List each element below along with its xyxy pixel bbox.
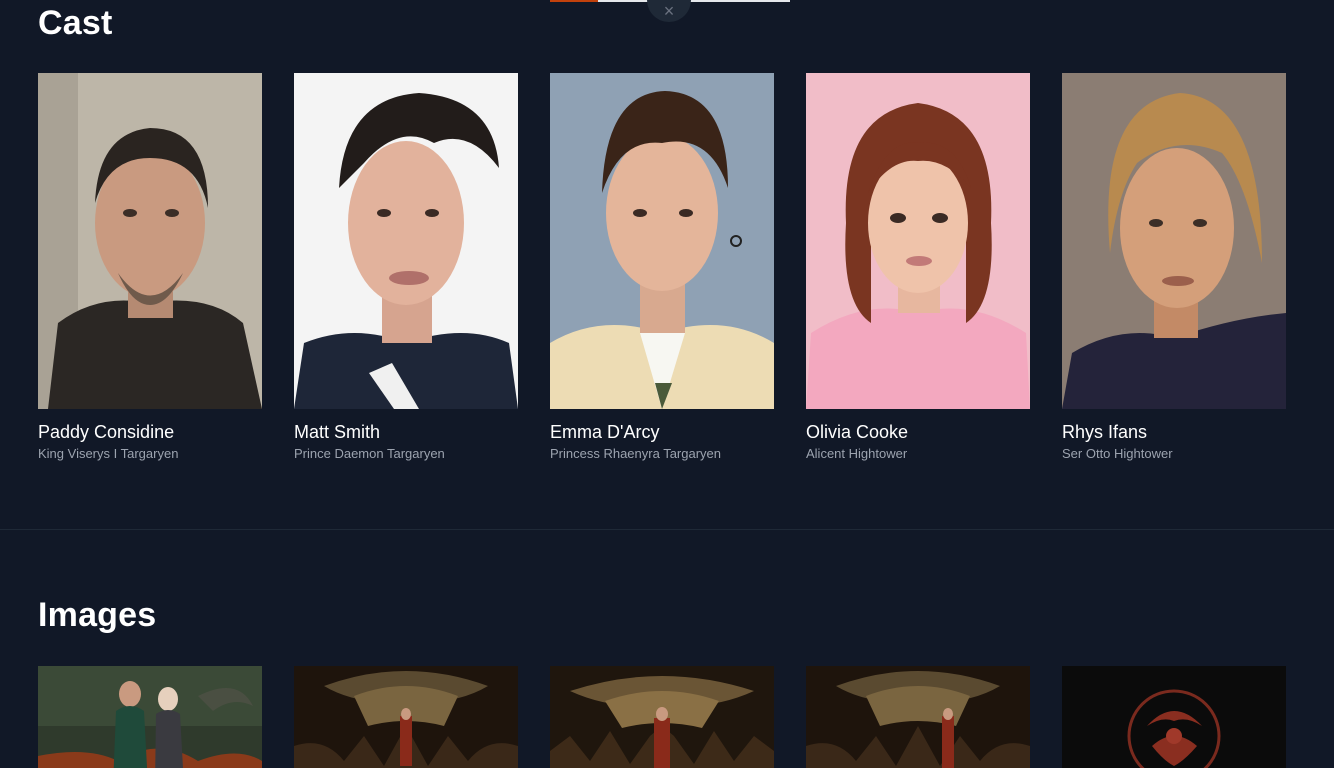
cast-name[interactable]: Olivia Cooke — [806, 422, 1030, 442]
image-gallery — [38, 666, 1286, 768]
cast-card[interactable]: Paddy Considine King Viserys I Targaryen — [38, 73, 262, 462]
cast-section-title: Cast — [38, 4, 113, 42]
cast-name[interactable]: Paddy Considine — [38, 422, 262, 442]
section-divider — [0, 529, 1334, 530]
poster-two-figures-icon — [38, 666, 262, 768]
cast-role: Alicent Hightower — [806, 446, 908, 461]
gallery-image-poster[interactable] — [38, 666, 262, 768]
cast-role: King Viserys I Targaryen — [38, 446, 179, 461]
gallery-image-sigil[interactable] — [1062, 666, 1286, 768]
cast-name[interactable]: Rhys Ifans — [1062, 422, 1286, 442]
gallery-image-throne-1[interactable] — [294, 666, 518, 768]
gallery-image-throne-3[interactable] — [806, 666, 1030, 768]
dragon-throne-scene-icon — [550, 666, 774, 768]
cast-role: Prince Daemon Targaryen — [294, 446, 445, 461]
close-icon[interactable]: × — [647, 0, 691, 22]
cast-name[interactable]: Matt Smith — [294, 422, 518, 442]
cast-list: Paddy Considine King Viserys I Targaryen… — [38, 73, 1286, 462]
dragon-throne-scene-icon — [806, 666, 1030, 768]
cast-photo[interactable] — [294, 73, 518, 409]
cast-card[interactable]: Rhys Ifans Ser Otto Hightower — [1062, 73, 1286, 462]
cast-card[interactable]: Emma D'Arcy Princess Rhaenyra Targaryen — [550, 73, 774, 462]
cast-photo[interactable] — [1062, 73, 1286, 409]
cast-role: Ser Otto Hightower — [1062, 446, 1173, 461]
gallery-image-throne-2[interactable] — [550, 666, 774, 768]
cast-role: Princess Rhaenyra Targaryen — [550, 446, 722, 461]
targaryen-sigil-icon — [1062, 666, 1286, 768]
cast-card[interactable]: Matt Smith Prince Daemon Targaryen — [294, 73, 518, 462]
ad-progress-fill — [550, 0, 598, 2]
cast-card[interactable]: Olivia Cooke Alicent Hightower — [806, 73, 1030, 462]
cast-photo[interactable] — [38, 73, 262, 409]
images-section-title: Images — [38, 596, 157, 634]
dragon-throne-scene-icon — [294, 666, 518, 768]
cast-name[interactable]: Emma D'Arcy — [550, 422, 774, 442]
cast-photo[interactable] — [806, 73, 1030, 409]
ad-progress-track — [598, 0, 790, 2]
cast-photo[interactable] — [550, 73, 774, 409]
page: × Cast Paddy Considine King Viserys I Ta… — [0, 0, 1334, 768]
